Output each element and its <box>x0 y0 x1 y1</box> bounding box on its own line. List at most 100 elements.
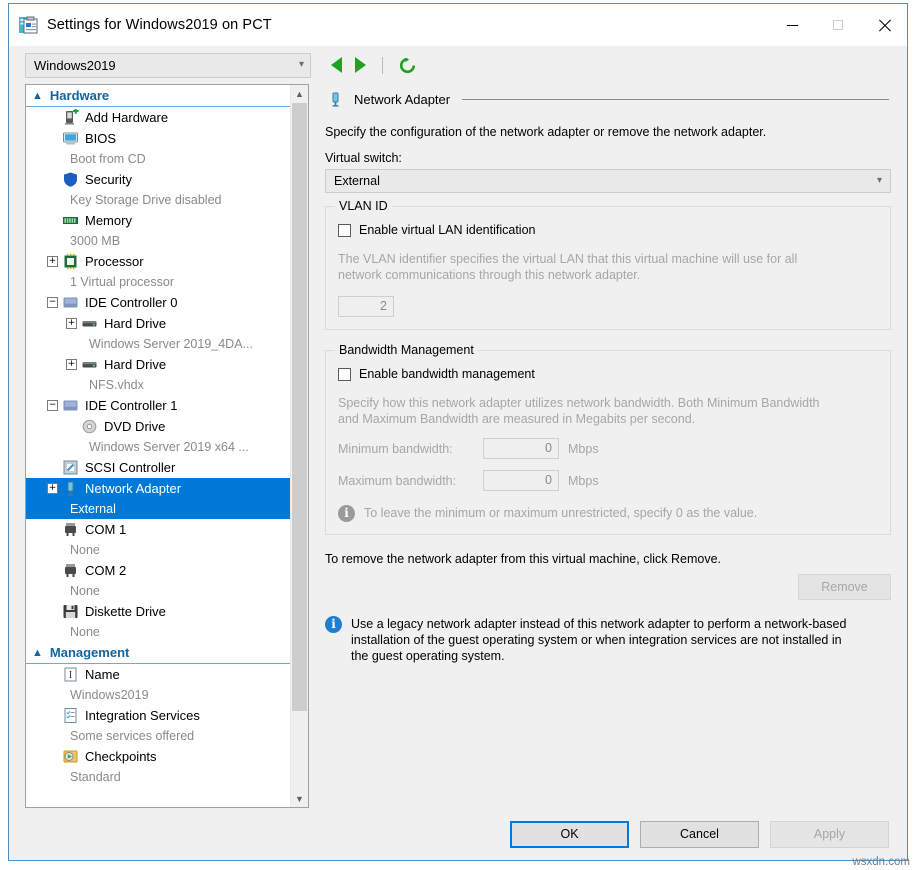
com-port-icon <box>62 521 79 538</box>
tree-group-management[interactable]: ▲Management <box>26 642 291 664</box>
tree-item-label: IDE Controller 1 <box>85 398 177 413</box>
refresh-icon[interactable] <box>399 57 416 74</box>
minimize-button[interactable] <box>769 4 815 46</box>
tree-item-scsi-controller[interactable]: SCSI Controller <box>26 457 291 478</box>
hardware-tree[interactable]: ▲HardwareAdd HardwareBIOSBoot from CDSec… <box>26 85 291 807</box>
bandwidth-note-row: i To leave the minimum or maximum unrest… <box>338 505 878 522</box>
tree-item-network-adapter-sublabel[interactable]: External <box>26 499 291 519</box>
tree-item-bios[interactable]: BIOS <box>26 128 291 149</box>
scsi-controller-icon <box>62 459 79 476</box>
tree-item-ide-controller-1[interactable]: − IDE Controller 1 <box>26 395 291 416</box>
scroll-up-button[interactable]: ▲ <box>291 85 308 102</box>
virtual-switch-value: External <box>334 174 877 188</box>
tree-item-bios-sublabel[interactable]: Boot from CD <box>26 149 291 169</box>
enable-vlan-checkbox[interactable] <box>338 224 351 237</box>
memory-icon <box>62 212 79 229</box>
enable-bandwidth-checkbox-row[interactable]: Enable bandwidth management <box>338 367 878 381</box>
vm-selector-dropdown[interactable]: Windows2019 ▾ <box>25 53 311 78</box>
tree-item-processor-sublabel[interactable]: 1 Virtual processor <box>26 272 291 292</box>
tree-item-diskette-drive[interactable]: Diskette Drive <box>26 601 291 622</box>
virtual-switch-dropdown[interactable]: External ▾ <box>325 169 891 193</box>
enable-bandwidth-checkbox[interactable] <box>338 368 351 381</box>
vlan-id-group: VLAN ID Enable virtual LAN identificatio… <box>325 206 891 330</box>
maximum-bandwidth-input[interactable]: 0 <box>483 470 559 491</box>
tree-item-sublabel: External <box>70 502 116 516</box>
integration-services-icon <box>62 707 79 724</box>
svg-text:I: I <box>69 670 72 681</box>
tree-item-com-1[interactable]: COM 1 <box>26 519 291 540</box>
tree-item-integration-services-sublabel[interactable]: Some services offered <box>26 726 291 746</box>
tree-item-add-hardware[interactable]: Add Hardware <box>26 107 291 128</box>
info-icon: i <box>338 505 355 522</box>
tree-item-security-sublabel[interactable]: Key Storage Drive disabled <box>26 190 291 210</box>
tree-item-sublabel: 3000 MB <box>70 234 120 248</box>
cancel-button[interactable]: Cancel <box>640 821 759 848</box>
tree-item-hard-drive[interactable]: +Hard Drive <box>26 354 291 375</box>
checkpoints-icon <box>62 748 79 765</box>
tree-expander-icon[interactable]: + <box>47 483 58 494</box>
scrollbar-thumb[interactable] <box>292 103 307 711</box>
tree-item-memory-sublabel[interactable]: 3000 MB <box>26 231 291 251</box>
tree-item-security[interactable]: Security <box>26 169 291 190</box>
maximum-bandwidth-label: Maximum bandwidth: <box>338 474 483 488</box>
maximum-bandwidth-row: Maximum bandwidth: 0 Mbps <box>338 470 878 491</box>
minimum-bandwidth-label: Minimum bandwidth: <box>338 442 483 456</box>
tree-item-dvd-drive-sublabel[interactable]: Windows Server 2019 x64 ... <box>26 437 291 457</box>
tree-item-hard-drive-sublabel[interactable]: NFS.vhdx <box>26 375 291 395</box>
vlan-id-input[interactable]: 2 <box>338 296 394 317</box>
maximum-bandwidth-unit: Mbps <box>568 474 599 488</box>
apply-button[interactable]: Apply <box>770 821 889 848</box>
tree-group-label: Management <box>50 645 129 660</box>
tree-item-diskette-drive-sublabel[interactable]: None <box>26 622 291 642</box>
tree-item-sublabel: None <box>70 584 100 598</box>
tree-group-label: Hardware <box>50 88 109 103</box>
enable-vlan-checkbox-row[interactable]: Enable virtual LAN identification <box>338 223 878 237</box>
tree-item-processor[interactable]: +Processor <box>26 251 291 272</box>
tree-item-sublabel: Windows Server 2019_4DA... <box>89 337 253 351</box>
tree-item-sublabel: 1 Virtual processor <box>70 275 174 289</box>
tree-scrollbar[interactable]: ▲ ▼ <box>290 85 308 807</box>
tree-item-checkpoints-sublabel[interactable]: Standard <box>26 767 291 787</box>
tree-item-network-adapter[interactable]: +Network Adapter <box>26 478 291 499</box>
tree-expander-icon[interactable]: + <box>47 256 58 267</box>
settings-dialog-window: Settings for Windows2019 on PCT Windows2… <box>8 3 908 861</box>
enable-vlan-label: Enable virtual LAN identification <box>359 223 536 237</box>
tree-item-ide-controller-0[interactable]: −IDE Controller 0 <box>26 292 291 313</box>
tree-item-com-2-sublabel[interactable]: None <box>26 581 291 601</box>
tree-expander-icon[interactable]: + <box>66 359 77 370</box>
forward-arrow-icon[interactable] <box>355 57 366 73</box>
tree-item-com-1-sublabel[interactable]: None <box>26 540 291 560</box>
bandwidth-note-text: To leave the minimum or maximum unrestri… <box>364 505 757 521</box>
tree-item-hard-drive-sublabel[interactable]: Windows Server 2019_4DA... <box>26 334 291 354</box>
scroll-down-button[interactable]: ▼ <box>291 790 308 807</box>
tree-expander-icon[interactable]: − <box>47 400 58 411</box>
ok-button[interactable]: OK <box>510 821 629 848</box>
enable-bandwidth-label: Enable bandwidth management <box>359 367 535 381</box>
tree-expander-icon[interactable]: + <box>66 318 77 329</box>
bandwidth-management-group: Bandwidth Management Enable bandwidth ma… <box>325 350 891 535</box>
tree-expander-icon[interactable]: − <box>47 297 58 308</box>
network-adapter-icon <box>327 91 344 108</box>
navigation-controls <box>331 57 416 74</box>
tree-item-name-sublabel[interactable]: Windows2019 <box>26 685 291 705</box>
tree-item-dvd-drive[interactable]: DVD Drive <box>26 416 291 437</box>
remove-button[interactable]: Remove <box>798 574 891 600</box>
hard-drive-icon <box>81 315 98 332</box>
tree-group-hardware[interactable]: ▲Hardware <box>26 85 291 107</box>
toolbar-divider <box>382 57 383 74</box>
tree-item-memory[interactable]: Memory <box>26 210 291 231</box>
legacy-adapter-note-text: Use a legacy network adapter instead of … <box>351 616 856 664</box>
back-arrow-icon[interactable] <box>331 57 342 73</box>
tree-item-com-2[interactable]: COM 2 <box>26 560 291 581</box>
close-button[interactable] <box>861 4 907 46</box>
tree-item-integration-services[interactable]: Integration Services <box>26 705 291 726</box>
minimum-bandwidth-unit: Mbps <box>568 442 599 456</box>
tree-item-sublabel: Standard <box>70 770 121 784</box>
tree-item-hard-drive[interactable]: +Hard Drive <box>26 313 291 334</box>
maximize-button[interactable] <box>815 4 861 46</box>
tree-item-label: Integration Services <box>85 708 200 723</box>
close-icon <box>878 19 891 32</box>
tree-item-name[interactable]: IName <box>26 664 291 685</box>
tree-item-checkpoints[interactable]: Checkpoints <box>26 746 291 767</box>
minimum-bandwidth-input[interactable]: 0 <box>483 438 559 459</box>
